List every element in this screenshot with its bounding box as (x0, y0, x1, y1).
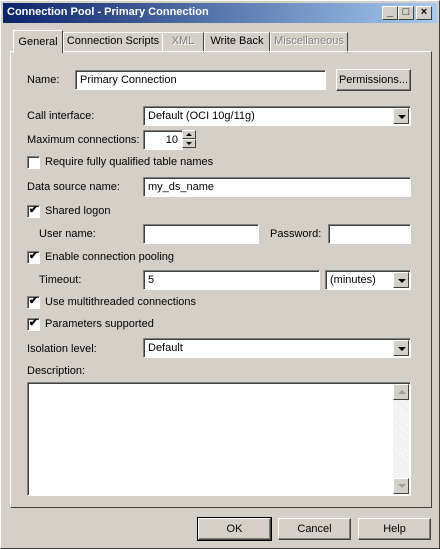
shared-logon-label: Shared logon (45, 205, 111, 217)
description-scrollbar[interactable] (393, 384, 409, 494)
ok-button[interactable]: OK (197, 517, 272, 541)
max-connections-field[interactable]: 10 (143, 130, 183, 150)
minimize-icon: _ (386, 6, 394, 18)
scroll-up-icon[interactable] (393, 384, 409, 400)
scroll-down-icon[interactable] (393, 478, 409, 494)
check-icon: ✔ (28, 204, 39, 216)
close-button[interactable]: × (416, 6, 432, 20)
spin-down-icon[interactable] (182, 139, 196, 148)
name-label: Name: (27, 74, 60, 86)
name-field[interactable]: Primary Connection (75, 70, 326, 90)
enable-pooling-checkbox[interactable]: ✔ (27, 250, 40, 264)
title-bar[interactable]: Connection Pool - Primary Connection _ □… (3, 3, 437, 23)
chevron-down-icon[interactable] (393, 340, 409, 356)
timeout-unit-select[interactable]: (minutes) (325, 270, 411, 290)
timeout-label: Timeout: (39, 274, 82, 286)
check-icon: ✔ (28, 317, 39, 329)
max-connections-label: Maximum connections: (27, 134, 140, 146)
window-title: Connection Pool - Primary Connection (7, 6, 209, 18)
isolation-select[interactable]: Default (143, 338, 411, 358)
timeout-field[interactable]: 5 (143, 270, 320, 290)
multithreaded-label: Use multithreaded connections (45, 296, 197, 308)
call-interface-value: Default (OCI 10g/11g) (148, 110, 255, 122)
tab-miscellaneous: Miscellaneous (270, 32, 348, 53)
parameters-checkbox[interactable]: ✔ (27, 317, 40, 331)
require-fq-checkbox[interactable] (27, 156, 40, 169)
password-label: Password: (270, 228, 322, 240)
chevron-down-icon[interactable] (393, 272, 409, 288)
isolation-label: Isolation level: (27, 343, 97, 355)
tab-xml: XML (162, 32, 204, 53)
close-icon: × (420, 6, 428, 18)
permissions-button[interactable]: Permissions... (336, 69, 411, 91)
check-icon: ✔ (28, 295, 39, 307)
description-label: Description: (27, 365, 86, 377)
data-source-field[interactable]: my_ds_name (143, 177, 411, 197)
password-field[interactable] (328, 224, 411, 244)
isolation-value: Default (148, 342, 183, 354)
max-connections-stepper[interactable] (182, 130, 196, 148)
tab-general[interactable]: General (13, 30, 63, 53)
shared-logon-checkbox[interactable]: ✔ (27, 204, 40, 218)
user-name-label: User name: (39, 228, 96, 240)
call-interface-label: Call interface: (27, 110, 95, 122)
description-textarea[interactable] (27, 382, 411, 496)
connection-pool-dialog: Connection Pool - Primary Connection _ □… (0, 0, 440, 549)
cancel-button[interactable]: Cancel (278, 518, 351, 540)
check-icon: ✔ (28, 250, 39, 262)
require-fq-label: Require fully qualified table names (45, 156, 214, 168)
user-name-field[interactable] (143, 224, 259, 244)
timeout-unit-value: (minutes) (330, 274, 376, 286)
spin-up-icon[interactable] (182, 130, 196, 139)
enable-pooling-label: Enable connection pooling (45, 251, 175, 263)
tab-write-back[interactable]: Write Back (204, 32, 270, 53)
multithreaded-checkbox[interactable]: ✔ (27, 295, 40, 309)
help-button[interactable]: Help (358, 518, 431, 540)
maximize-icon: □ (402, 6, 410, 18)
maximize-button[interactable]: □ (398, 6, 414, 20)
tab-connection-scripts[interactable]: Connection Scripts (63, 32, 163, 53)
parameters-label: Parameters supported (45, 318, 154, 330)
chevron-down-icon[interactable] (393, 108, 409, 124)
data-source-label: Data source name: (27, 181, 120, 193)
minimize-button[interactable]: _ (382, 6, 398, 20)
call-interface-select[interactable]: Default (OCI 10g/11g) (143, 106, 411, 126)
